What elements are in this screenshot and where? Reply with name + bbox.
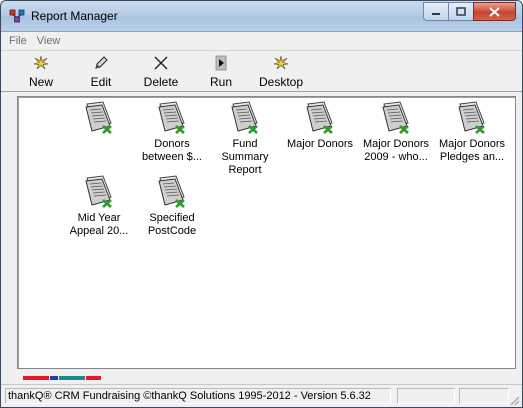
report-item[interactable]: Donors between $... [135,101,209,164]
close-button[interactable] [473,2,516,21]
menu-view[interactable]: View [37,35,61,47]
report-list[interactable]: Donors between $... Fund Summary Report … [17,96,516,369]
edit-label: Edit [90,75,112,89]
desktop-button[interactable]: Desktop [257,53,305,91]
minimize-icon [432,12,440,15]
strip-segment-red [86,376,101,380]
pencil-icon [93,55,109,71]
close-icon [489,6,500,17]
window-title: Report Manager [31,9,118,23]
status-panel-empty [397,388,455,404]
report-document-icon [231,101,258,134]
run-label: Run [209,75,232,89]
report-label: Mid Year Appeal 20... [69,212,129,237]
report-document-icon [382,101,409,134]
report-item[interactable]: Major Donors Pledges an... [435,101,509,164]
strip-segment-blue [50,376,58,380]
caption-buttons [423,2,516,21]
menu-file[interactable]: File [9,35,27,47]
menu-bar: File View [1,32,522,50]
maximize-button[interactable] [448,2,474,21]
new-button[interactable]: New [25,53,57,91]
report-item[interactable]: Major Donors 2009 - who... [359,101,433,164]
title-bar[interactable]: Report Manager [1,1,522,32]
desktop-label: Desktop [258,75,304,89]
report-item[interactable]: Major Donors [283,101,357,151]
report-manager-window: Report Manager File View New Edit Delete… [0,0,523,408]
run-arrow-icon [213,55,229,71]
minimize-button[interactable] [423,2,449,21]
strip-segment-red [23,376,49,380]
app-icon [9,9,25,23]
status-bar: thankQ® CRM Fundraising ©thankQ Solution… [1,384,522,407]
report-label: Fund Summary Report [221,138,269,176]
star-burst-icon [273,55,289,71]
strip-segment-teal [59,376,85,380]
report-label: Donors between $... [142,138,202,163]
report-label: Major Donors [286,138,354,150]
report-item[interactable] [62,101,136,138]
toolbar: New Edit Delete Run Desktop [1,50,522,92]
resize-grip-icon[interactable] [508,394,520,406]
report-document-icon [458,101,485,134]
report-document-icon [158,101,185,134]
report-document-icon [158,175,185,208]
status-copyright: thankQ® CRM Fundraising ©thankQ Solution… [5,388,391,404]
status-panel-empty [459,388,509,404]
report-document-icon [85,175,112,208]
maximize-icon [456,6,466,16]
report-document-icon [85,101,112,134]
delete-button[interactable]: Delete [141,53,181,91]
delete-x-icon [153,55,169,71]
new-label: New [28,75,53,89]
report-item[interactable]: Fund Summary Report [208,101,282,177]
report-label: Major Donors 2009 - who... [362,138,430,163]
report-label: Specified PostCode [147,212,197,237]
run-button[interactable]: Run [206,53,236,91]
report-label: Major Donors Pledges an... [438,138,506,163]
edit-button[interactable]: Edit [84,53,118,91]
report-item[interactable]: Mid Year Appeal 20... [62,175,136,238]
star-burst-icon [33,55,49,71]
report-item[interactable]: Specified PostCode [135,175,209,238]
delete-label: Delete [143,75,179,89]
report-document-icon [306,101,333,134]
